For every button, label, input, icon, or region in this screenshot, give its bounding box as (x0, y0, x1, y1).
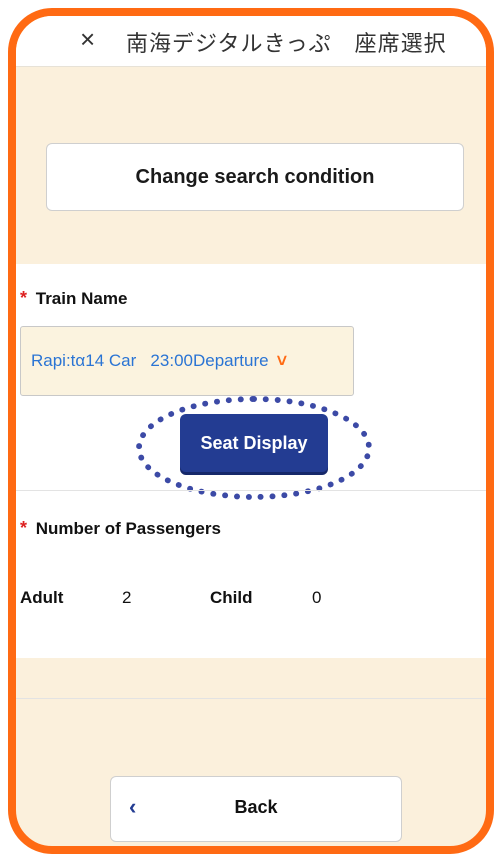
back-button[interactable]: ‹ Back (110, 776, 402, 842)
train-select[interactable]: Rapi:tα14 Car 23:00Departure ˅ (20, 326, 354, 396)
train-name-label: * Train Name (20, 288, 127, 309)
adult-count[interactable]: 2 (122, 588, 131, 608)
passengers-text: Number of Passengers (35, 519, 221, 538)
phone-frame: × 南海デジタルきっぷ 座席選択 Change search condition… (8, 8, 494, 854)
passengers-label: * Number of Passengers (20, 518, 221, 539)
divider (16, 490, 486, 491)
close-icon[interactable]: × (80, 24, 95, 55)
passenger-counts: Adult 2 Child 0 (20, 588, 486, 616)
footer-band (16, 658, 486, 699)
train-select-value: Rapi:tα14 Car 23:00Departure (31, 351, 269, 370)
back-label: Back (234, 797, 278, 817)
app-header: × 南海デジタルきっぷ 座席選択 (16, 16, 486, 67)
adult-label: Adult (20, 588, 64, 607)
train-name-text: Train Name (35, 289, 128, 308)
required-mark: * (20, 288, 28, 308)
child-count[interactable]: 0 (312, 588, 321, 608)
chevron-down-icon: ˅ (276, 350, 288, 371)
required-mark: * (20, 518, 28, 538)
seat-display-button[interactable]: Seat Display (180, 414, 328, 472)
child-label: Child (210, 588, 253, 607)
page-title: 南海デジタルきっぷ 座席選択 (126, 31, 447, 56)
change-search-button[interactable]: Change search condition (46, 143, 464, 211)
